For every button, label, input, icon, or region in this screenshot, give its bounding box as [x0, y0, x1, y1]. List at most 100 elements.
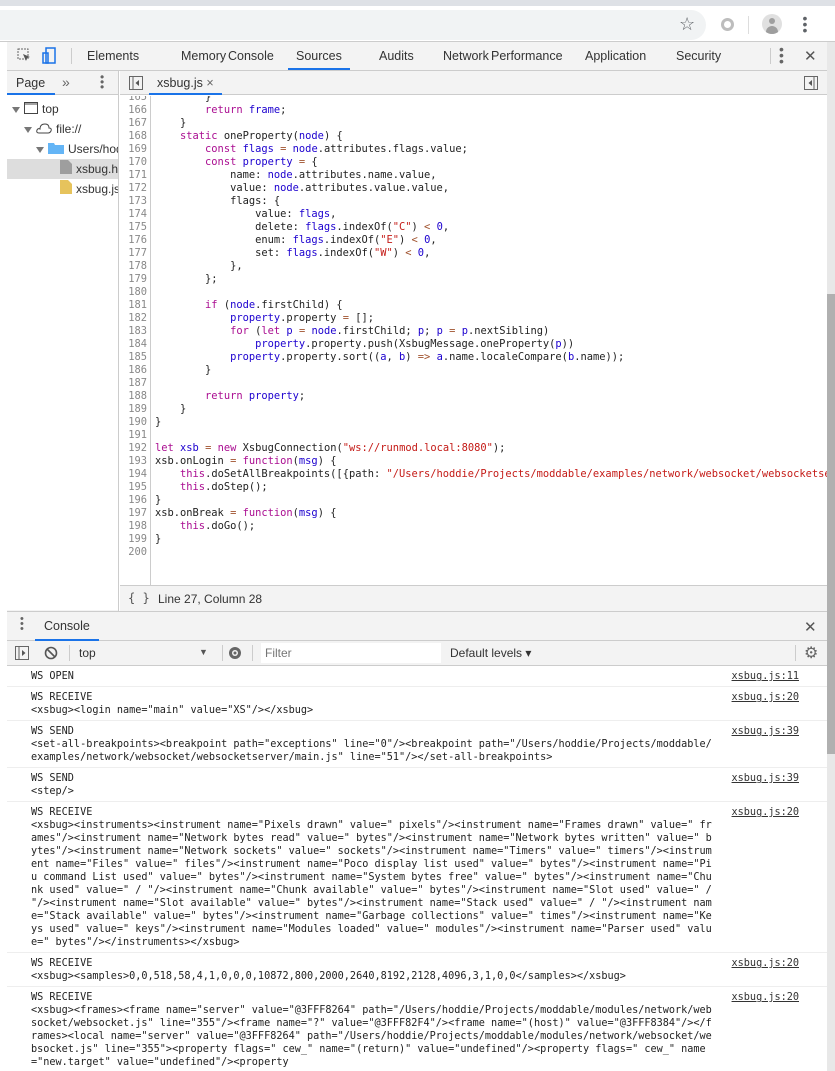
code-line[interactable]: 192 let xsb = new XsbugConnection("ws://r…: [120, 442, 827, 455]
console-sidebar-icon[interactable]: [15, 646, 29, 660]
source-link[interactable]: xsbug.js:20: [732, 957, 799, 970]
code-line[interactable]: 165 }: [120, 96, 827, 104]
live-expression-eye-icon[interactable]: [227, 646, 243, 660]
extension-icon[interactable]: [721, 18, 734, 31]
devtools-close-icon[interactable]: ✕: [804, 47, 817, 65]
line-number[interactable]: 174: [120, 208, 147, 221]
code-line[interactable]: 187: [120, 377, 827, 390]
navigator-menu-icon[interactable]: • • •: [100, 71, 104, 93]
code-line[interactable]: 183 for (let p = node.firstChild; p; p =…: [120, 325, 827, 338]
code-line[interactable]: 169 const flags = node.attributes.flags.…: [120, 143, 827, 156]
log-levels-dropdown[interactable]: Default levels ▾: [450, 646, 531, 660]
code-line[interactable]: 170 const property = {: [120, 156, 827, 169]
tree-item[interactable]: file://: [7, 119, 118, 139]
profile-icon[interactable]: [762, 14, 782, 34]
source-link[interactable]: xsbug.js:11: [732, 670, 799, 683]
line-number[interactable]: 168: [120, 130, 147, 143]
code-line[interactable]: 173 flags: {: [120, 195, 827, 208]
source-link[interactable]: xsbug.js:20: [732, 806, 799, 819]
tab-elements[interactable]: Elements: [79, 42, 147, 70]
line-number[interactable]: 194: [120, 468, 147, 481]
line-number[interactable]: 179: [120, 273, 147, 286]
code-line[interactable]: 179 };: [120, 273, 827, 286]
code-line[interactable]: 197 xsb.onBreak = function(msg) {: [120, 507, 827, 520]
line-number[interactable]: 166: [120, 104, 147, 117]
code-line[interactable]: 166 return frame;: [120, 104, 827, 117]
tree-item[interactable]: top: [7, 99, 118, 119]
code-line[interactable]: 195 this.doStep();: [120, 481, 827, 494]
context-selector[interactable]: top ▼: [73, 643, 213, 663]
line-number[interactable]: 196: [120, 494, 147, 507]
pretty-print-icon[interactable]: { }: [128, 591, 150, 605]
line-number[interactable]: 175: [120, 221, 147, 234]
tab-sources[interactable]: Sources: [288, 42, 350, 70]
line-number[interactable]: 169: [120, 143, 147, 156]
address-bar[interactable]: [0, 10, 706, 40]
line-number[interactable]: 171: [120, 169, 147, 182]
line-number[interactable]: 170: [120, 156, 147, 169]
line-number[interactable]: 185: [120, 351, 147, 364]
line-number[interactable]: 165: [120, 96, 147, 104]
code-line[interactable]: 167 }: [120, 117, 827, 130]
code-line[interactable]: 191: [120, 429, 827, 442]
code-line[interactable]: 200: [120, 546, 827, 559]
browser-menu-icon[interactable]: • • •: [800, 11, 810, 37]
line-number[interactable]: 187: [120, 377, 147, 390]
line-number[interactable]: 177: [120, 247, 147, 260]
expand-arrow-icon[interactable]: [36, 146, 44, 153]
line-number[interactable]: 188: [120, 390, 147, 403]
tab-application[interactable]: Application: [577, 42, 654, 70]
drawer-close-icon[interactable]: ✕: [804, 618, 817, 636]
code-line[interactable]: 193 xsb.onLogin = function(msg) {: [120, 455, 827, 468]
console-settings-gear-icon[interactable]: ⚙: [804, 643, 818, 663]
code-line[interactable]: 174 value: flags,: [120, 208, 827, 221]
line-number[interactable]: 191: [120, 429, 147, 442]
tree-item[interactable]: xsbug.js: [7, 179, 118, 199]
code-line[interactable]: 176 enum: flags.indexOf("E") < 0,: [120, 234, 827, 247]
console-filter-input[interactable]: [261, 643, 441, 663]
line-number[interactable]: 195: [120, 481, 147, 494]
tab-page[interactable]: Page: [7, 71, 55, 95]
code-line[interactable]: 189 }: [120, 403, 827, 416]
line-number[interactable]: 189: [120, 403, 147, 416]
code-line[interactable]: 172 value: node.attributes.value.value,: [120, 182, 827, 195]
drawer-tab-console[interactable]: Console: [35, 612, 99, 641]
line-number[interactable]: 190: [120, 416, 147, 429]
devtools-more-icon[interactable]: • • •: [779, 42, 784, 68]
tree-item[interactable]: Users/hoddie: [7, 139, 118, 159]
line-number[interactable]: 178: [120, 260, 147, 273]
code-line[interactable]: 180: [120, 286, 827, 299]
code-line[interactable]: 181 if (node.firstChild) {: [120, 299, 827, 312]
code-line[interactable]: 175 delete: flags.indexOf("C") < 0,: [120, 221, 827, 234]
device-toolbar-icon[interactable]: [42, 47, 56, 64]
code-line[interactable]: 190}: [120, 416, 827, 429]
inspect-element-icon[interactable]: [17, 48, 31, 62]
code-line[interactable]: 178 },: [120, 260, 827, 273]
line-number[interactable]: 172: [120, 182, 147, 195]
tab-performance[interactable]: Performance: [483, 42, 571, 70]
code-line[interactable]: 171 name: node.attributes.name.value,: [120, 169, 827, 182]
expand-arrow-icon[interactable]: [24, 126, 32, 133]
line-number[interactable]: 200: [120, 546, 147, 559]
tab-console[interactable]: Console: [220, 42, 282, 70]
expand-arrow-icon[interactable]: [12, 106, 20, 113]
line-number[interactable]: 181: [120, 299, 147, 312]
line-number[interactable]: 184: [120, 338, 147, 351]
line-number[interactable]: 182: [120, 312, 147, 325]
more-tabs-icon[interactable]: »: [62, 74, 70, 90]
line-number[interactable]: 173: [120, 195, 147, 208]
toggle-navigator-icon[interactable]: [129, 76, 143, 90]
page-scrollbar-thumb[interactable]: [827, 294, 835, 754]
line-number[interactable]: 176: [120, 234, 147, 247]
line-number[interactable]: 199: [120, 533, 147, 546]
source-link[interactable]: xsbug.js:20: [732, 991, 799, 1004]
code-line[interactable]: 198 this.doGo();: [120, 520, 827, 533]
drawer-menu-icon[interactable]: • • •: [20, 614, 24, 635]
line-number[interactable]: 180: [120, 286, 147, 299]
code-line[interactable]: 194 this.doSetAllBreakpoints([{path: "/U…: [120, 468, 827, 481]
code-line[interactable]: 168 static oneProperty(node) {: [120, 130, 827, 143]
line-number[interactable]: 183: [120, 325, 147, 338]
line-number[interactable]: 193: [120, 455, 147, 468]
line-number[interactable]: 186: [120, 364, 147, 377]
code-editor[interactable]: 165 } 166 return frame; 167 } 168 static on…: [120, 96, 827, 585]
